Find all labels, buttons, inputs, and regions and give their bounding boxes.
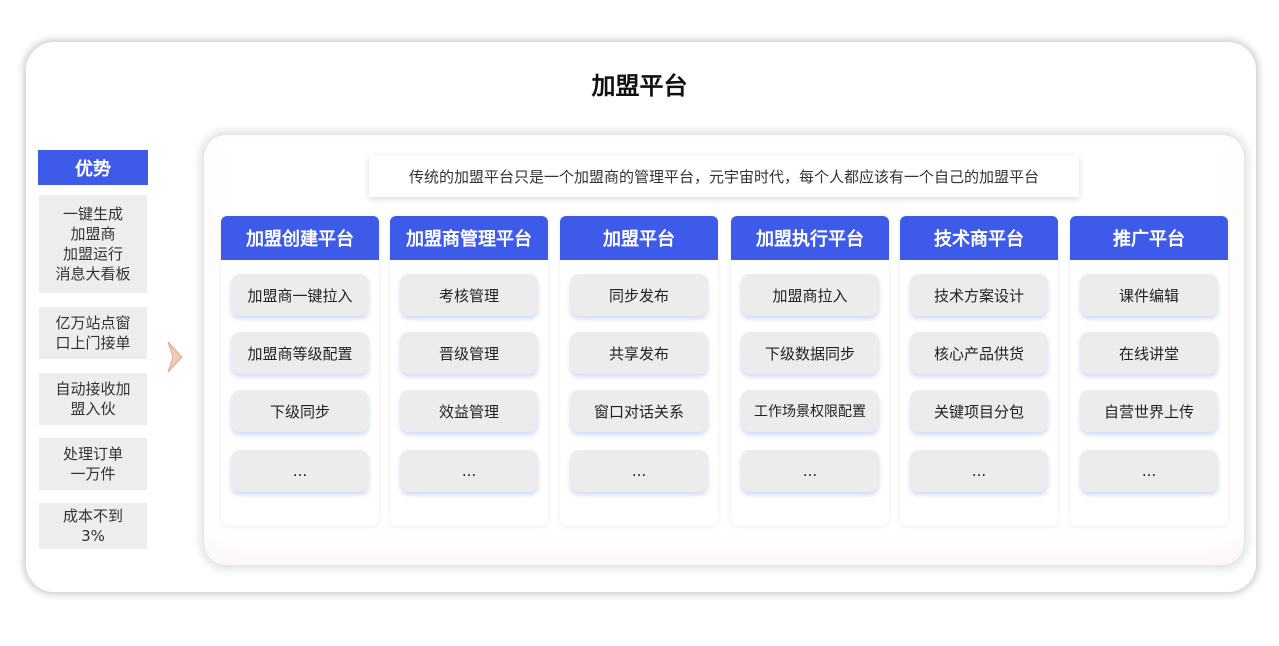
advantage-item: 自动接收加 盟入伙 (39, 373, 147, 425)
feature-cell: 自营世界上传 (1080, 390, 1218, 432)
feature-cell: ... (741, 450, 879, 492)
feature-cell: ... (231, 450, 369, 492)
feature-cell: 窗口对话关系 (570, 390, 708, 432)
column-header: 加盟平台 (560, 216, 718, 260)
feature-cell: 共享发布 (570, 332, 708, 374)
feature-cell: ... (1080, 450, 1218, 492)
column-header: 加盟商管理平台 (390, 216, 548, 260)
column-header: 推广平台 (1070, 216, 1228, 260)
feature-cell: 课件编辑 (1080, 274, 1218, 316)
feature-cell: 下级数据同步 (741, 332, 879, 374)
feature-cell: 关键项目分包 (910, 390, 1048, 432)
platform-column: 技术商平台 技术方案设计 核心产品供货 关键项目分包 ... (900, 216, 1058, 526)
column-header: 技术商平台 (900, 216, 1058, 260)
feature-cell: 效益管理 (400, 390, 538, 432)
feature-cell: 加盟商拉入 (741, 274, 879, 316)
feature-cell: ... (400, 450, 538, 492)
feature-cell: 技术方案设计 (910, 274, 1048, 316)
feature-cell: ... (570, 450, 708, 492)
column-header: 加盟创建平台 (221, 216, 379, 260)
feature-cell: 加盟商等级配置 (231, 332, 369, 374)
feature-cell: ... (910, 450, 1048, 492)
platform-column: 加盟执行平台 加盟商拉入 下级数据同步 工作场景权限配置 ... (731, 216, 889, 526)
page-title: 加盟平台 (591, 72, 688, 100)
advantages-heading: 优势 (38, 150, 148, 185)
feature-cell: 工作场景权限配置 (741, 390, 879, 432)
advantage-item: 处理订单 一万件 (39, 438, 147, 490)
feature-cell: 晋级管理 (400, 332, 538, 374)
feature-cell: 考核管理 (400, 274, 538, 316)
feature-cell: 核心产品供货 (910, 332, 1048, 374)
description-banner: 传统的加盟平台只是一个加盟商的管理平台，元宇宙时代，每个人都应该有一个自己的加盟… (369, 155, 1079, 197)
platform-column: 加盟平台 同步发布 共享发布 窗口对话关系 ... (560, 216, 718, 526)
platform-column: 推广平台 课件编辑 在线讲堂 自营世界上传 ... (1070, 216, 1228, 526)
advantage-item: 成本不到 3% (39, 503, 147, 549)
feature-cell: 在线讲堂 (1080, 332, 1218, 374)
advantage-item: 一键生成 加盟商 加盟运行 消息大看板 (39, 195, 147, 293)
platform-column: 加盟商管理平台 考核管理 晋级管理 效益管理 ... (390, 216, 548, 526)
feature-cell: 加盟商一键拉入 (231, 274, 369, 316)
advantage-item: 亿万站点窗 口上门接单 (39, 307, 147, 359)
platform-column: 加盟创建平台 加盟商一键拉入 加盟商等级配置 下级同步 ... (221, 216, 379, 526)
feature-cell: 下级同步 (231, 390, 369, 432)
chevron-right-icon (167, 341, 183, 373)
feature-cell: 同步发布 (570, 274, 708, 316)
column-header: 加盟执行平台 (731, 216, 889, 260)
